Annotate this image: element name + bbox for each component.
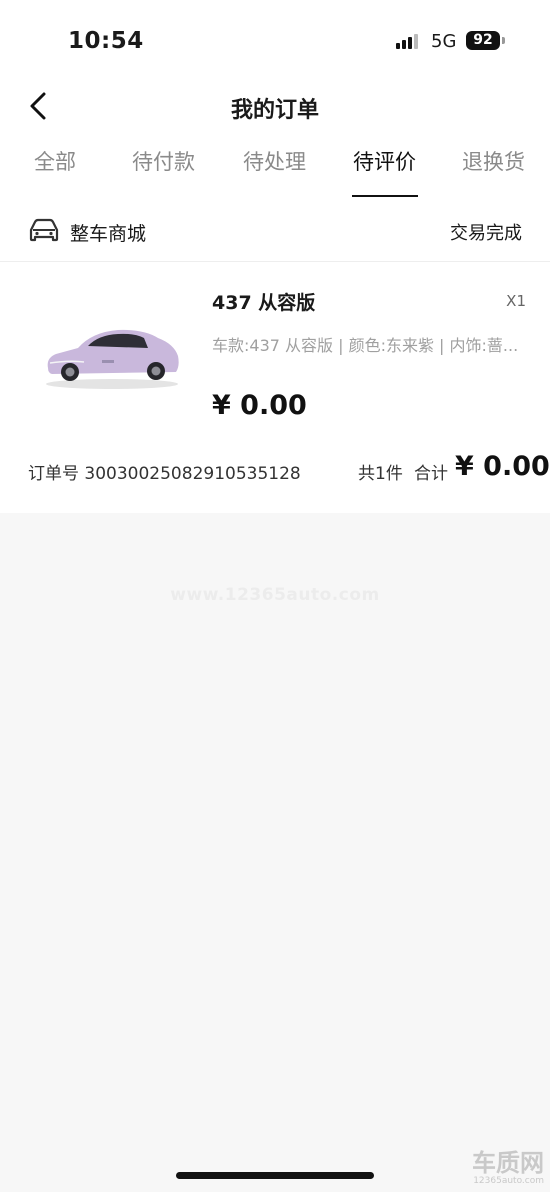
corner-logo-url: 12365auto.com	[473, 1176, 544, 1186]
network-type: 5G	[431, 31, 457, 52]
product-title[interactable]: 437 从容版	[212, 288, 315, 315]
order-total: ¥ 0.00	[455, 451, 550, 482]
store-name: 整车商城	[70, 223, 147, 245]
battery-icon: 92	[466, 31, 500, 50]
home-indicator	[176, 1172, 374, 1179]
watermark: www.12365auto.com	[170, 585, 380, 605]
total-label: 合计	[414, 464, 448, 484]
item-count: 共1件	[358, 464, 403, 484]
order-store-header[interactable]: 整车商城 交易完成	[0, 205, 550, 262]
corner-logo: 车质网 12365auto.com	[472, 1150, 544, 1186]
status-time: 10:54	[68, 28, 144, 54]
page-title: 我的订单	[230, 98, 319, 123]
order-number: 订单号 3003002508291053512​8	[28, 464, 301, 484]
car-icon	[29, 218, 59, 242]
product-spec: 车款:437 从容版 | 颜色:东来紫 | 内饰:蔷...	[212, 336, 519, 355]
product-price: ¥ 0.00	[212, 390, 307, 421]
tab-returns[interactable]: 退换货	[462, 146, 525, 176]
signal-icon	[396, 33, 422, 49]
tab-all[interactable]: 全部	[34, 146, 76, 176]
active-tab-indicator	[352, 195, 418, 197]
order-tabs: 全部 待付款 待处理 待评价 退换货	[0, 140, 550, 200]
tab-pending-review[interactable]: 待评价	[353, 146, 416, 176]
nav-bar: 我的订单	[0, 80, 550, 132]
tab-processing[interactable]: 待处理	[243, 146, 306, 176]
order-status: 交易完成	[450, 223, 522, 244]
battery-tip	[502, 37, 505, 44]
status-bar: 10:54 5G 92	[0, 0, 550, 80]
tab-pending-payment[interactable]: 待付款	[132, 146, 195, 176]
car-thumbnail[interactable]	[40, 318, 186, 392]
corner-logo-name: 车质网	[472, 1149, 544, 1177]
product-quantity: X1	[506, 292, 526, 310]
